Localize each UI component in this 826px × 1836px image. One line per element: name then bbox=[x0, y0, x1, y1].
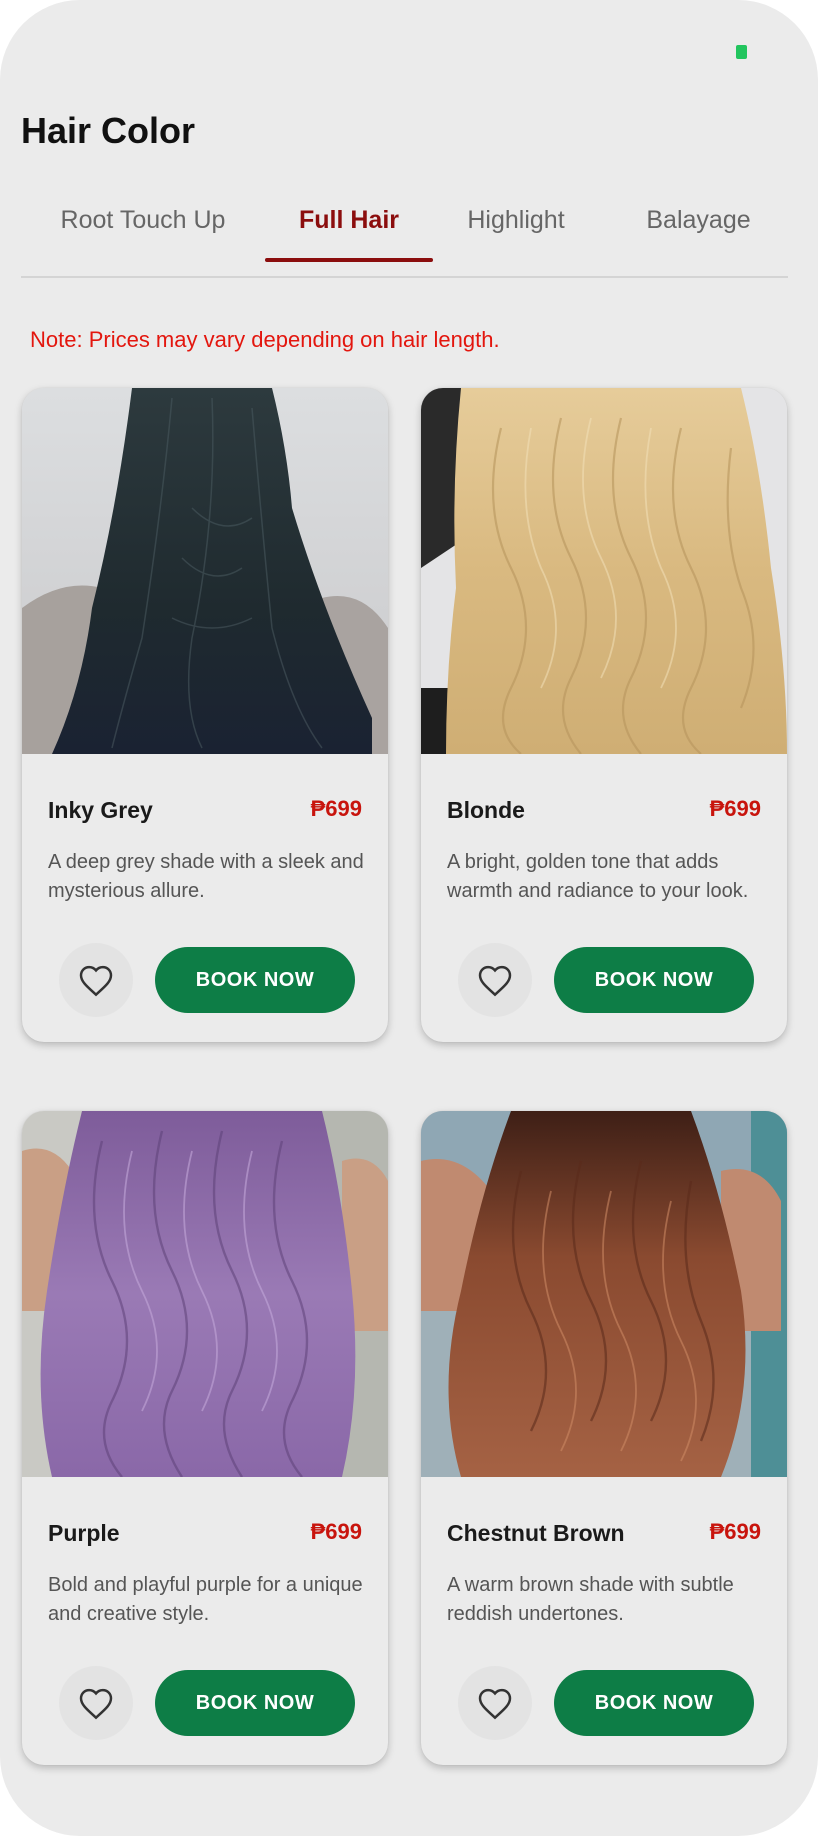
tab-balayage[interactable]: Balayage bbox=[621, 206, 776, 235]
favorite-button[interactable] bbox=[59, 1666, 133, 1740]
hair-photo-chestnut-brown bbox=[421, 1111, 787, 1477]
category-tabs: Root Touch Up Full Hair Highlight Balaya… bbox=[21, 196, 788, 278]
tab-highlight[interactable]: Highlight bbox=[448, 206, 584, 235]
heart-outline-icon bbox=[79, 965, 113, 997]
card-price: ₱699 bbox=[709, 796, 761, 821]
book-now-button[interactable]: BOOK NOW bbox=[554, 947, 754, 1013]
app-screen: Hair Color Root Touch Up Full Hair Highl… bbox=[0, 0, 818, 1836]
favorite-button[interactable] bbox=[59, 943, 133, 1017]
service-card-inky-grey: Inky Grey ₱699 A deep grey shade with a … bbox=[22, 388, 388, 1042]
page-title: Hair Color bbox=[21, 110, 196, 151]
hair-photo-purple bbox=[22, 1111, 388, 1477]
tab-full-hair[interactable]: Full Hair bbox=[265, 206, 433, 235]
service-card-chestnut-brown: Chestnut Brown ₱699 A warm brown shade w… bbox=[421, 1111, 787, 1765]
service-card-purple: Purple ₱699 Bold and playful purple for … bbox=[22, 1111, 388, 1765]
status-indicator bbox=[736, 45, 747, 59]
book-now-button[interactable]: BOOK NOW bbox=[155, 1670, 355, 1736]
hair-photo-inky-grey bbox=[22, 388, 388, 754]
pricing-note: Note: Prices may vary depending on hair … bbox=[30, 327, 500, 352]
service-card-blonde: Blonde ₱699 A bright, golden tone that a… bbox=[421, 388, 787, 1042]
active-tab-indicator bbox=[265, 258, 433, 262]
card-description: A deep grey shade with a sleek and myste… bbox=[48, 851, 364, 902]
card-description: Bold and playful purple for a unique and… bbox=[48, 1574, 363, 1625]
card-title: Blonde bbox=[447, 797, 525, 823]
favorite-button[interactable] bbox=[458, 1666, 532, 1740]
card-title: Inky Grey bbox=[48, 797, 153, 823]
card-description: A warm brown shade with subtle reddish u… bbox=[447, 1574, 734, 1625]
card-price: ₱699 bbox=[709, 1519, 761, 1544]
card-description: A bright, golden tone that adds warmth a… bbox=[447, 851, 749, 902]
hair-photo-blonde bbox=[421, 388, 787, 754]
card-title: Chestnut Brown bbox=[447, 1520, 625, 1546]
favorite-button[interactable] bbox=[458, 943, 532, 1017]
heart-outline-icon bbox=[79, 1688, 113, 1720]
card-title: Purple bbox=[48, 1520, 120, 1546]
heart-outline-icon bbox=[478, 965, 512, 997]
heart-outline-icon bbox=[478, 1688, 512, 1720]
book-now-button[interactable]: BOOK NOW bbox=[155, 947, 355, 1013]
card-price: ₱699 bbox=[310, 796, 362, 821]
card-price: ₱699 bbox=[310, 1519, 362, 1544]
tab-root-touch-up[interactable]: Root Touch Up bbox=[60, 206, 226, 235]
book-now-button[interactable]: BOOK NOW bbox=[554, 1670, 754, 1736]
